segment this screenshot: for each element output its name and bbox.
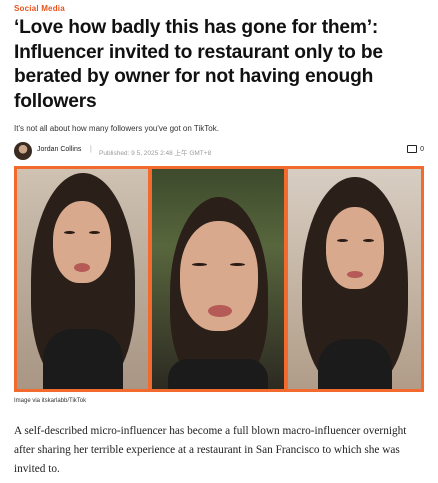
hero-panel-center [152, 169, 284, 389]
hero-panel-left [17, 169, 148, 389]
article-dek: It's not all about how many followers yo… [14, 124, 219, 133]
author-avatar[interactable] [14, 142, 32, 160]
comment-icon [407, 145, 418, 153]
author-name[interactable]: Jordan Collins [37, 146, 81, 153]
article-headline: ‘Love how badly this has gone for them’:… [14, 17, 383, 112]
byline: Jordan Collins | Published: 9 5, 2025 2:… [14, 140, 424, 160]
category-label[interactable]: Social Media [14, 4, 65, 13]
article-body-paragraph: A self-described micro-influencer has be… [14, 425, 407, 475]
comment-count: 0 [420, 145, 424, 153]
hero-panel-right [288, 169, 421, 389]
byline-separator: | [90, 146, 92, 153]
hero-image [14, 166, 424, 392]
image-credit: Image via itskarlabb/TikTok [14, 398, 87, 404]
published-date: Published: 9 5, 2025 2:48 上午 GMT+8 [99, 149, 212, 157]
comments-link[interactable]: 0 [407, 145, 424, 153]
